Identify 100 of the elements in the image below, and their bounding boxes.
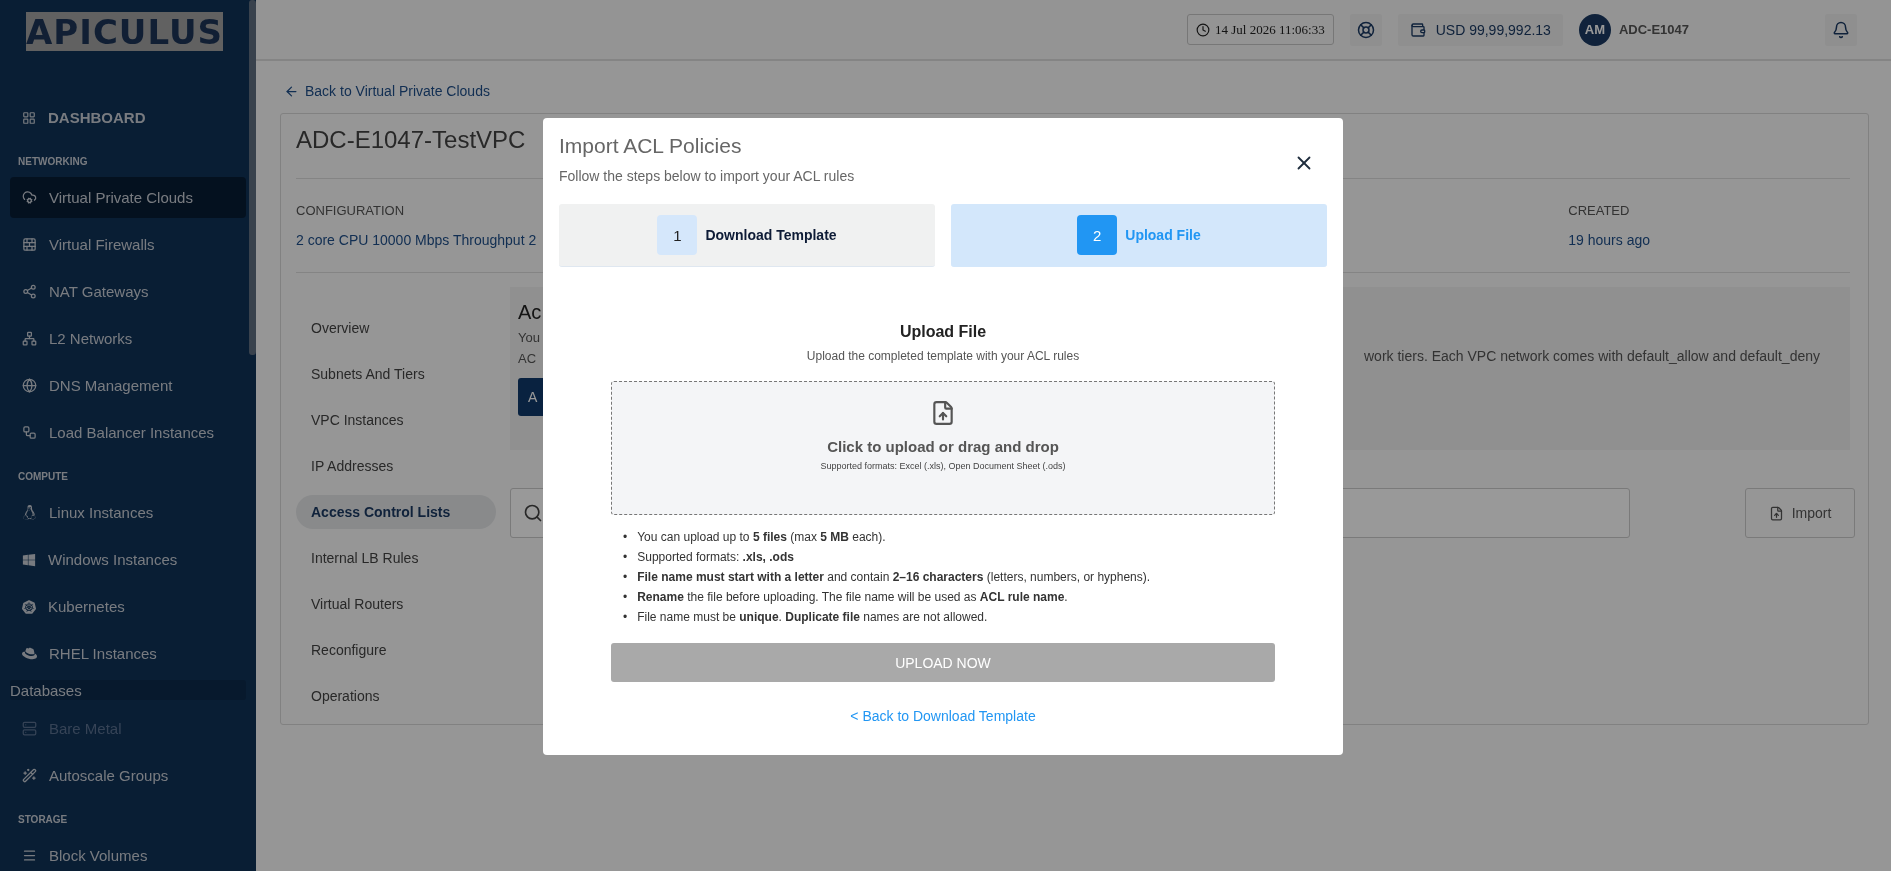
- bell-icon: [1832, 20, 1850, 39]
- step-tab[interactable]: 1 Download Template: [559, 204, 935, 267]
- rule-text: File name must start with a letter and contain 2–16 characters (letters, numbers, or hyphens).: [637, 569, 1151, 585]
- vpc-tab[interactable]: VPC Instances: [296, 403, 496, 437]
- balance-amount: USD 99,99,992.13: [1435, 21, 1551, 38]
- sidebar-item-label: Virtual Private Clouds: [49, 189, 193, 206]
- vpc-tab[interactable]: Access Control Lists: [296, 495, 496, 529]
- info-text: work tiers. Each VPC network comes with default_allow and default_deny: [1364, 348, 1820, 366]
- step-tab[interactable]: 2 Upload File: [951, 204, 1327, 267]
- wallet-icon: [1409, 21, 1426, 38]
- clock-icon: [1196, 22, 1211, 37]
- section-description: Upload the completed template with your ACL rules: [806, 349, 1080, 363]
- detail-label: CONFIGURATION: [296, 203, 406, 218]
- step-label: Download Template: [705, 227, 837, 243]
- step-number: 1: [657, 215, 698, 255]
- bullet-marker: •: [623, 569, 628, 585]
- wand-icon: [22, 768, 37, 783]
- dropzone-hint: Supported formats: Excel (.xls), Open Document Sheet (.ods): [820, 461, 1066, 471]
- sidebar-item-label: L2 Networks: [49, 330, 133, 347]
- sidebar-item[interactable]: Windows Instances: [10, 539, 246, 580]
- sidebar-item-label: Block Volumes: [49, 847, 148, 864]
- hierarchy-icon: [22, 425, 37, 440]
- sidebar-item-label: Kubernetes: [48, 598, 125, 615]
- bullet-marker: •: [623, 529, 628, 545]
- sidebar-section-heading: COMPUTE: [17, 470, 69, 484]
- vpc-tab[interactable]: Internal LB Rules: [296, 541, 496, 575]
- vpc-tab[interactable]: Reconfigure: [296, 633, 496, 667]
- rule-text: Supported formats: .xls, .ods: [637, 549, 794, 565]
- dropzone-title: Click to upload or drag and drop: [827, 438, 1059, 455]
- sidebar-item-label: Windows Instances: [48, 551, 178, 568]
- lines-icon: [22, 848, 37, 863]
- hat-icon: [22, 646, 37, 661]
- sidebar-item-label: Load Balancer Instances: [49, 424, 215, 441]
- penguin-icon: [22, 505, 37, 520]
- sidebar-item-label: Linux Instances: [49, 504, 154, 521]
- bullet-marker: •: [623, 549, 628, 565]
- search-icon: [523, 503, 543, 523]
- help-button[interactable]: [1349, 13, 1382, 46]
- vpc-tab[interactable]: Subnets And Tiers: [296, 357, 496, 391]
- logo: APICULUS: [26, 12, 223, 51]
- detail-value: 19 hours ago: [1568, 232, 1650, 248]
- network-icon: [22, 284, 37, 299]
- sidebar-item-label: DASHBOARD: [48, 109, 146, 126]
- sidebar-item-label: Autoscale Groups: [49, 767, 169, 784]
- sidebar-item-label: Virtual Firewalls: [49, 236, 155, 253]
- server-icon: [22, 721, 37, 736]
- dialog-title: Import ACL Policies: [559, 134, 743, 158]
- sidebar-section-heading: NETWORKING: [17, 155, 89, 169]
- rule-text: Rename the file before uploading. The file name will be used as ACL rule name.: [637, 589, 1068, 605]
- globe-icon: [22, 378, 37, 393]
- cloud-icon: [22, 190, 37, 205]
- step-number: 2: [1077, 215, 1118, 255]
- notifications-button[interactable]: [1825, 13, 1857, 46]
- sidebar-item[interactable]: Virtual Private Clouds: [10, 177, 246, 218]
- rule-text: File name must be unique. Duplicate file names are not allowed.: [637, 609, 988, 625]
- sidebar-section-heading: STORAGE: [17, 813, 69, 827]
- file-upload-icon: [1768, 505, 1784, 521]
- rule-text: You can upload up to 5 files (max 5 MB each).: [637, 529, 886, 545]
- file-upload-icon: [930, 400, 956, 426]
- bullet-marker: •: [623, 589, 628, 605]
- back-link[interactable]: < Back to Download Template: [850, 708, 1036, 724]
- back-link[interactable]: Back to Virtual Private Clouds: [284, 83, 1869, 99]
- lifebuoy-icon: [1356, 20, 1375, 39]
- import-button[interactable]: Import: [1745, 488, 1855, 538]
- sidebar-item-label: NAT Gateways: [49, 283, 149, 300]
- section-heading: Upload File: [899, 323, 987, 341]
- step-label: Upload File: [1125, 227, 1201, 243]
- network-icon: [22, 331, 37, 346]
- sidebar-item[interactable]: L2 Networks: [10, 318, 246, 359]
- account-name: ADC-E1047: [1618, 22, 1689, 37]
- bullet-marker: •: [623, 609, 628, 625]
- detail-value: 2 core CPU 10000 Mbps Throughput 2: [296, 232, 537, 248]
- vpc-tab[interactable]: Overview: [296, 311, 496, 345]
- sidebar-item-label: DNS Management: [49, 377, 173, 394]
- sidebar-item[interactable]: NAT Gateways: [10, 271, 246, 312]
- sidebar-item[interactable]: Load Balancer Instances: [10, 412, 246, 453]
- sidebar-item[interactable]: Virtual Firewalls: [10, 224, 246, 265]
- vpc-tab[interactable]: Virtual Routers: [296, 587, 496, 621]
- grid-icon: [22, 110, 36, 125]
- vpc-tab[interactable]: IP Addresses: [296, 449, 496, 483]
- sidebar-item[interactable]: RHEL Instances: [10, 633, 246, 674]
- datetime-display: 14 Jul 2026 11:06:33: [1187, 14, 1334, 45]
- detail-label: CREATED: [1568, 203, 1631, 218]
- user-avatar[interactable]: AM: [1578, 13, 1611, 46]
- info-heading: Ac: [518, 301, 543, 324]
- file-dropzone[interactable]: Click to upload or drag and drop Supported formats: Excel (.xls), Open Document Sheet (.ods): [611, 381, 1275, 515]
- scrollbar-thumb[interactable]: [249, 0, 256, 355]
- sidebar-item[interactable]: Linux Instances: [10, 492, 246, 533]
- sidebar-item[interactable]: Block Volumes: [10, 835, 246, 871]
- sidebar-item[interactable]: DNS Management: [10, 365, 246, 406]
- info-text: AC: [518, 351, 538, 366]
- sidebar-item[interactable]: DASHBOARD: [10, 97, 246, 138]
- sidebar-item[interactable]: Autoscale Groups: [10, 755, 246, 796]
- vpc-tab[interactable]: Operations: [296, 679, 496, 713]
- sidebar-item[interactable]: Kubernetes: [10, 586, 246, 627]
- sidebar-group[interactable]: Databases: [10, 680, 246, 700]
- sidebar-item-label: RHEL Instances: [49, 645, 157, 662]
- helm-wheel-icon: [22, 599, 36, 614]
- windows-icon: [22, 552, 36, 567]
- brick-wall-icon: [22, 237, 37, 252]
